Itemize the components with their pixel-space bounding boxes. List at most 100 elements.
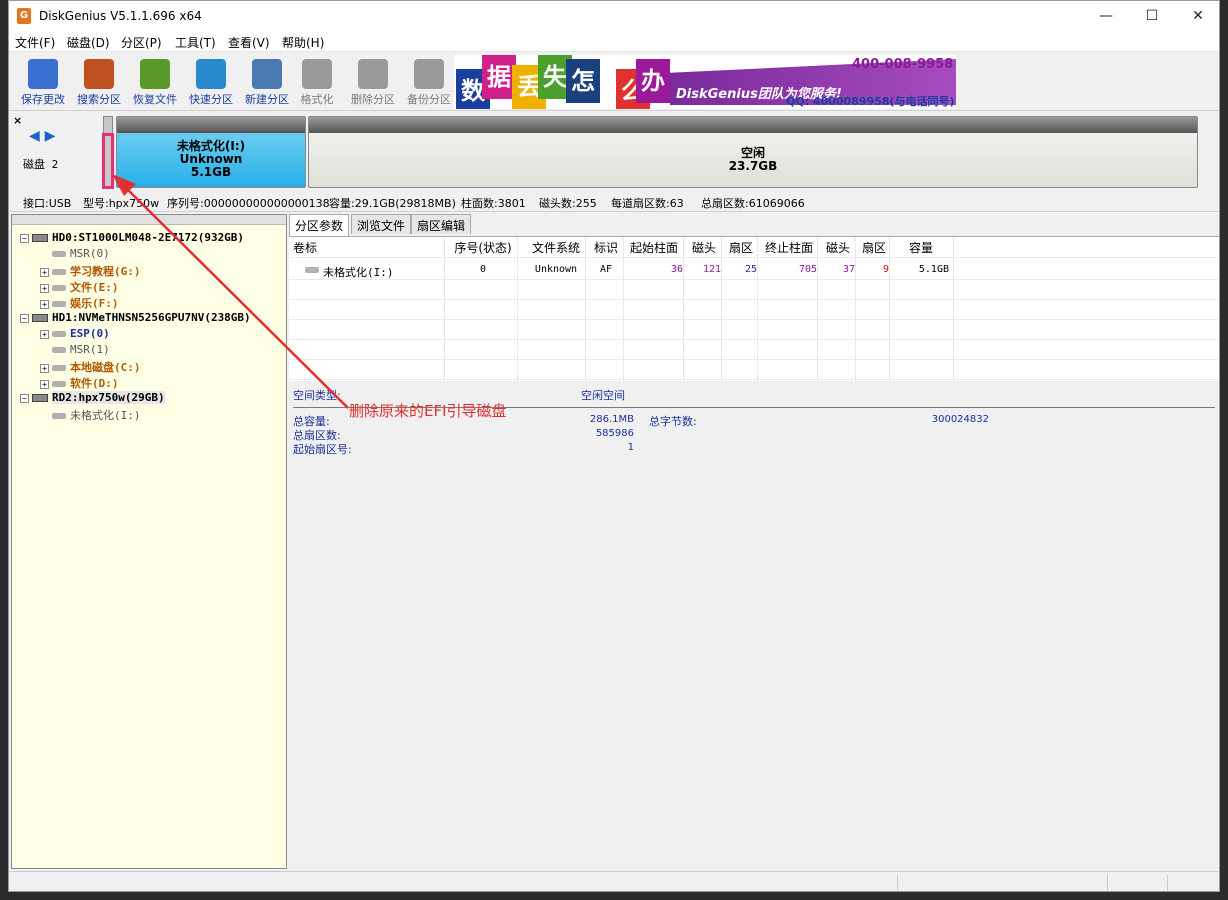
tree-partition-node[interactable]: + 学习教程(G:) [40, 263, 141, 279]
tree-partition-node[interactable]: + 软件(D:) [40, 375, 119, 391]
tree-partition-node[interactable]: MSR(1) [40, 343, 110, 356]
tab-browse-files[interactable]: 浏览文件 [351, 214, 412, 234]
table-header[interactable]: 序号(状态) [447, 239, 519, 256]
partition-icon [52, 331, 66, 337]
partition-name: 未格式化(I:) [176, 139, 246, 153]
title-bar[interactable]: G DiskGenius V5.1.1.696 x64 — ☐ ✕ [9, 1, 1219, 31]
free-space-name: 空闲 [740, 146, 765, 160]
table-header[interactable]: 扇区 [859, 239, 889, 256]
toolbar-label: 搜索分区 [77, 93, 121, 106]
toolbar-label: 恢复文件 [133, 93, 177, 106]
table-cell: 9 [882, 264, 889, 275]
save-icon [28, 59, 58, 89]
expand-icon[interactable]: + [40, 267, 49, 277]
partition-icon [52, 381, 66, 387]
tree-header [12, 215, 286, 225]
close-icon[interactable]: × [13, 114, 22, 127]
tree-partition-node[interactable]: + 文件(E:) [40, 279, 119, 295]
close-button[interactable]: ✕ [1175, 1, 1219, 31]
tree-partition-node[interactable]: + ESP(0) [40, 327, 110, 340]
expand-icon[interactable]: + [40, 329, 49, 339]
info-sectors-per-track: 每道扇区数:63 [611, 197, 684, 210]
tab-partition-params[interactable]: 分区参数 [289, 214, 350, 236]
menu-disk[interactable]: 磁盘(D) [67, 34, 110, 51]
table-header[interactable]: 起始柱面 [625, 239, 683, 256]
expand-icon[interactable]: + [40, 363, 49, 373]
tab-sector-edit[interactable]: 扇区编辑 [411, 214, 472, 234]
minimize-button[interactable]: — [1083, 1, 1129, 31]
partition-icon [52, 413, 66, 419]
disk-icon [32, 234, 48, 242]
tree-disk-node[interactable]: − HD0:ST1000LM048-2E7172(932GB) [20, 231, 244, 244]
annotation-text: 删除原来的EFI引导磁盘 [349, 402, 507, 420]
toolbar-label: 保存更改 [21, 93, 65, 106]
tree-partition-node[interactable]: + 娱乐(F:) [40, 295, 119, 311]
maximize-button[interactable]: ☐ [1129, 1, 1175, 31]
toolbar-label: 新建分区 [245, 93, 289, 106]
tree-node-label: 本地磁盘(C:) [70, 361, 141, 374]
tree-partition-node[interactable]: + 本地磁盘(C:) [40, 359, 141, 375]
toolbar-button-search[interactable]: 搜索分区 [71, 57, 127, 109]
disk-tree: − HD0:ST1000LM048-2E7172(932GB) MSR(0) + 学习教… [11, 214, 287, 869]
disk-info-bar: 接口:USB 型号:hpx750w 序列号:000000000000000138… [9, 192, 1219, 212]
table-header[interactable]: 扇区 [725, 239, 757, 256]
tree-node-label: 娱乐(F:) [70, 297, 119, 310]
collapse-icon[interactable]: − [20, 393, 29, 403]
deleted-efi-slot[interactable] [102, 116, 114, 189]
total-bytes-value: 300024832 [931, 414, 989, 425]
total-bytes-label: 总字节数: [649, 415, 697, 428]
tree-partition-node[interactable]: 未格式化(I:) [40, 407, 141, 423]
toolbar-label: 快速分区 [189, 93, 233, 106]
free-space-block[interactable]: 空闲 23.7GB [308, 116, 1198, 188]
menu-file[interactable]: 文件(F) [15, 34, 55, 51]
collapse-icon[interactable]: − [20, 233, 29, 243]
delete-icon [358, 59, 388, 89]
expand-icon[interactable]: + [40, 283, 49, 293]
tree-disk-node[interactable]: − RD2:hpx750w(29GB) [20, 391, 165, 404]
toolbar-button-recover[interactable]: 恢复文件 [127, 57, 183, 109]
toolbar-button-delete[interactable]: 删除分区 [345, 57, 401, 109]
table-cell: 5.1GB [918, 264, 949, 275]
partition-block-unformatted[interactable]: 未格式化(I:) Unknown 5.1GB [116, 116, 306, 188]
quick-partition-icon [196, 59, 226, 89]
table-header[interactable]: 容量 [893, 239, 949, 256]
new-partition-icon [252, 59, 282, 89]
menu-help[interactable]: 帮助(H) [282, 34, 324, 51]
table-cell: 121 [702, 264, 721, 275]
partition-icon [52, 285, 66, 291]
menu-partition[interactable]: 分区(P) [121, 34, 162, 51]
collapse-icon[interactable]: − [20, 313, 29, 323]
menu-view[interactable]: 查看(V) [228, 34, 270, 51]
table-header[interactable]: 卷标 [293, 239, 443, 256]
total-capacity-value: 286.1MB [589, 414, 634, 425]
disk-label: 磁盘 2 [23, 158, 59, 171]
expand-icon[interactable]: + [40, 379, 49, 389]
tree-node-label: ESP(0) [70, 327, 110, 340]
tree-node-label: MSR(0) [70, 247, 110, 260]
expand-icon[interactable]: + [40, 299, 49, 309]
table-header[interactable]: 文件系统 [525, 239, 587, 256]
table-cell: 0 [479, 264, 487, 275]
tree-node-label: HD0:ST1000LM048-2E7172(932GB) [52, 231, 245, 244]
table-header[interactable]: 磁头 [821, 239, 855, 256]
toolbar-button-format[interactable]: 格式化 [289, 57, 345, 109]
ad-banner[interactable]: DiskGenius团队为您服务! 400-008-9958 QQ: 40000… [454, 55, 956, 109]
disk-map: × ◀ ▶ 磁盘 2 未格式化(I:) Unknown 5.1GB 空闲 23.… [9, 112, 1219, 192]
start-sector-value: 1 [627, 442, 634, 453]
toolbar-button-backup[interactable]: 备份分区 [401, 57, 457, 109]
tree-node-label: 文件(E:) [70, 281, 119, 294]
status-cell [897, 875, 1107, 891]
toolbar-button-quick-partition[interactable]: 快速分区 [183, 57, 239, 109]
disk-nav-arrows[interactable]: ◀ ▶ [29, 128, 55, 144]
menu-tools[interactable]: 工具(T) [175, 34, 216, 51]
table-header[interactable]: 终止柱面 [761, 239, 817, 256]
tree-partition-node[interactable]: MSR(0) [40, 247, 110, 260]
toolbar-button-new-partition[interactable]: 新建分区 [239, 57, 295, 109]
tree-disk-node[interactable]: − HD1:NVMeTHNSN5256GPU7NV(238GB) [20, 311, 251, 324]
table-header[interactable]: 磁头 [687, 239, 721, 256]
toolbar-button-save[interactable]: 保存更改 [15, 57, 71, 109]
table-header[interactable]: 标识 [591, 239, 621, 256]
tree-node-label: 学习教程(G:) [70, 265, 141, 278]
table-cell: 未格式化(I:) [323, 266, 394, 279]
toolbar: 备份分区 删除分区 格式化 新建分区 快速分区 恢复文件 搜索分区 保存更改 DiskGeni… [9, 53, 1219, 111]
